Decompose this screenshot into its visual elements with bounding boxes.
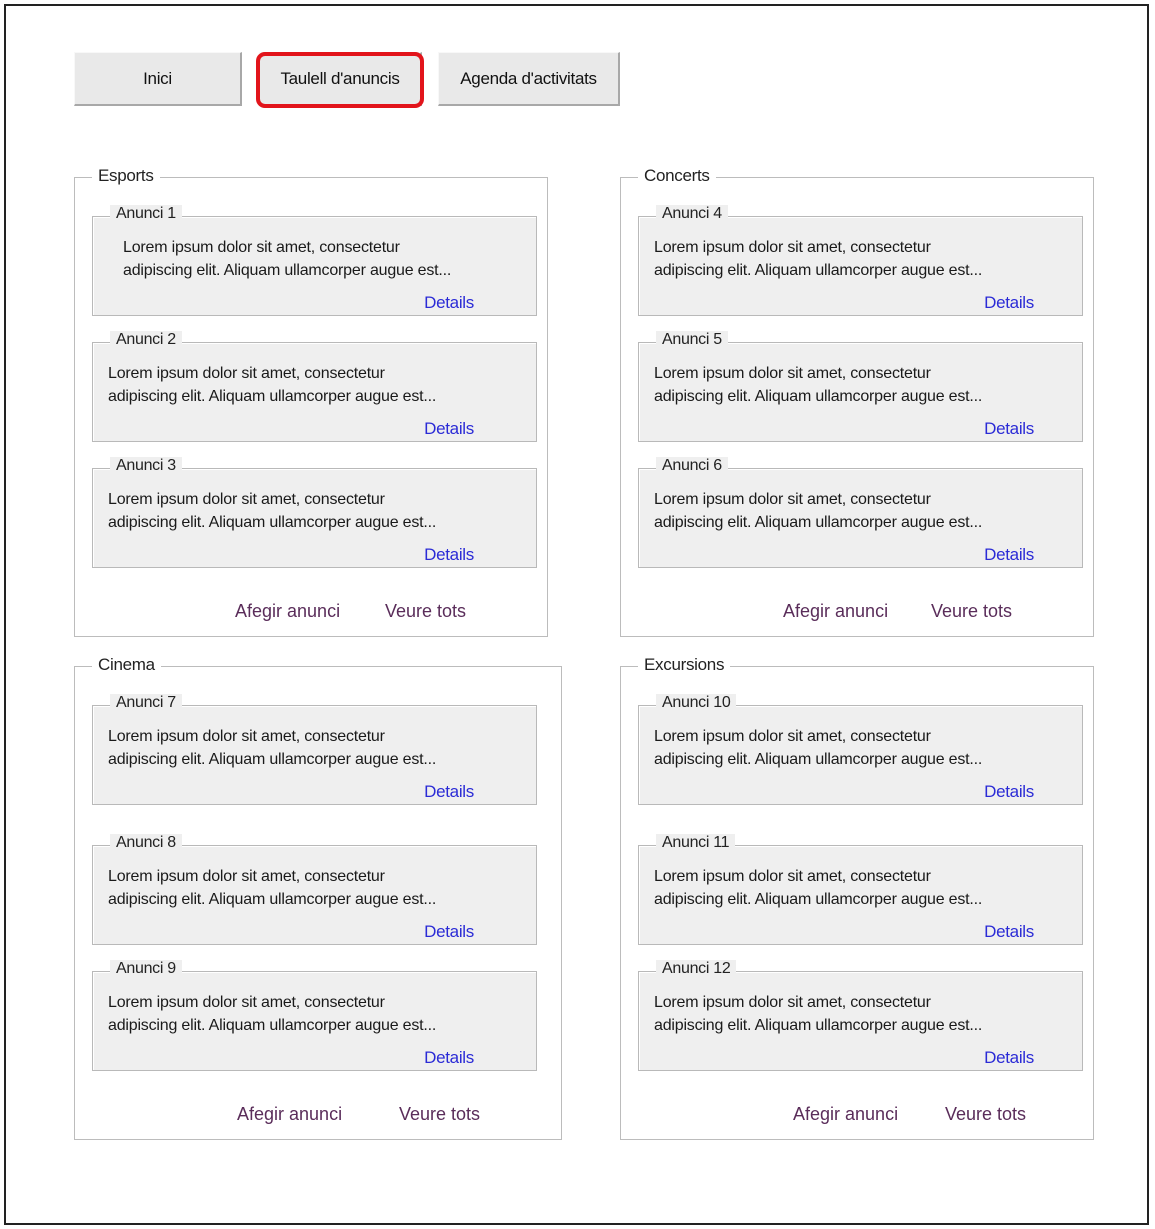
ad-summary-line: adipiscing elit. Aliquam ullamcorper aug… xyxy=(108,514,437,531)
ad-summary: Lorem ipsum dolor sit amet, consectetur … xyxy=(654,488,1074,534)
ad-card: Anunci 5 Lorem ipsum dolor sit amet, con… xyxy=(638,331,1083,442)
group-excursions: Excursions Anunci 10 Lorem ipsum dolor s… xyxy=(620,655,1094,1140)
ad-summary-line: adipiscing elit. Aliquam ullamcorper aug… xyxy=(654,751,983,768)
group-title: Excursions xyxy=(638,655,731,675)
ad-title: Anunci 10 xyxy=(656,694,737,712)
ad-title: Anunci 7 xyxy=(110,694,182,712)
ad-summary-line: Lorem ipsum dolor sit amet, consectetur xyxy=(108,868,385,885)
ad-card: Anunci 9 Lorem ipsum dolor sit amet, con… xyxy=(92,960,537,1071)
ad-card: Anunci 3 Lorem ipsum dolor sit amet, con… xyxy=(92,457,537,568)
view-all-link[interactable]: Veure tots xyxy=(399,1104,480,1125)
group-title: Esports xyxy=(92,166,160,186)
ad-title: Anunci 8 xyxy=(110,834,182,852)
add-ad-link[interactable]: Afegir anunci xyxy=(237,1104,342,1125)
details-link[interactable]: Details xyxy=(984,922,1034,942)
ad-card: Anunci 8 Lorem ipsum dolor sit amet, con… xyxy=(92,834,537,945)
ad-summary-line: Lorem ipsum dolor sit amet, consectetur xyxy=(108,365,385,382)
ad-title: Anunci 5 xyxy=(656,331,728,349)
group-esports: Esports Anunci 1 Lorem ipsum dolor sit a… xyxy=(74,166,548,637)
ad-card: Anunci 1 Lorem ipsum dolor sit amet, con… xyxy=(92,205,537,316)
ad-summary-line: Lorem ipsum dolor sit amet, consectetur xyxy=(654,491,931,508)
ad-summary-line: adipiscing elit. Aliquam ullamcorper aug… xyxy=(108,1017,437,1034)
ad-summary: Lorem ipsum dolor sit amet, consectetur … xyxy=(123,236,543,282)
ad-summary-line: adipiscing elit. Aliquam ullamcorper aug… xyxy=(108,388,437,405)
ad-summary: Lorem ipsum dolor sit amet, consectetur … xyxy=(654,725,1074,771)
ad-card: Anunci 4 Lorem ipsum dolor sit amet, con… xyxy=(638,205,1083,316)
ad-summary: Lorem ipsum dolor sit amet, consectetur … xyxy=(654,236,1074,282)
ad-title: Anunci 4 xyxy=(656,205,728,223)
details-link[interactable]: Details xyxy=(424,922,474,942)
details-link[interactable]: Details xyxy=(424,293,474,313)
details-link[interactable]: Details xyxy=(984,545,1034,565)
ad-summary-line: adipiscing elit. Aliquam ullamcorper aug… xyxy=(123,262,452,279)
ad-title: Anunci 12 xyxy=(656,960,737,978)
ad-summary-line: Lorem ipsum dolor sit amet, consectetur xyxy=(654,239,931,256)
details-link[interactable]: Details xyxy=(984,782,1034,802)
ad-summary-line: adipiscing elit. Aliquam ullamcorper aug… xyxy=(108,751,437,768)
add-ad-link[interactable]: Afegir anunci xyxy=(783,601,888,622)
ad-summary: Lorem ipsum dolor sit amet, consectetur … xyxy=(108,865,528,911)
ad-summary: Lorem ipsum dolor sit amet, consectetur … xyxy=(654,362,1074,408)
ad-summary-line: adipiscing elit. Aliquam ullamcorper aug… xyxy=(654,1017,983,1034)
view-all-link[interactable]: Veure tots xyxy=(931,601,1012,622)
ad-title: Anunci 6 xyxy=(656,457,728,475)
ad-summary-line: adipiscing elit. Aliquam ullamcorper aug… xyxy=(654,514,983,531)
group-title: Concerts xyxy=(638,166,716,186)
add-ad-link[interactable]: Afegir anunci xyxy=(235,601,340,622)
ad-summary-line: Lorem ipsum dolor sit amet, consectetur xyxy=(654,728,931,745)
ad-summary-line: Lorem ipsum dolor sit amet, consectetur xyxy=(654,868,931,885)
ad-summary-line: Lorem ipsum dolor sit amet, consectetur xyxy=(654,994,931,1011)
ad-card: Anunci 11 Lorem ipsum dolor sit amet, co… xyxy=(638,834,1083,945)
ad-title: Anunci 9 xyxy=(110,960,182,978)
active-tab-highlight xyxy=(256,52,424,108)
group-concerts: Concerts Anunci 4 Lorem ipsum dolor sit … xyxy=(620,166,1094,637)
ad-summary-line: Lorem ipsum dolor sit amet, consectetur xyxy=(108,994,385,1011)
details-link[interactable]: Details xyxy=(424,1048,474,1068)
details-link[interactable]: Details xyxy=(424,545,474,565)
ad-summary-line: adipiscing elit. Aliquam ullamcorper aug… xyxy=(654,388,983,405)
details-link[interactable]: Details xyxy=(424,782,474,802)
ad-card: Anunci 12 Lorem ipsum dolor sit amet, co… xyxy=(638,960,1083,1071)
ad-summary-line: adipiscing elit. Aliquam ullamcorper aug… xyxy=(654,262,983,279)
ad-summary: Lorem ipsum dolor sit amet, consectetur … xyxy=(108,991,528,1037)
details-link[interactable]: Details xyxy=(984,1048,1034,1068)
group-cinema: Cinema Anunci 7 Lorem ipsum dolor sit am… xyxy=(74,655,562,1140)
nav-agenda-label: Agenda d'activitats xyxy=(460,68,597,88)
ad-summary-line: Lorem ipsum dolor sit amet, consectetur xyxy=(108,728,385,745)
ad-card: Anunci 2 Lorem ipsum dolor sit amet, con… xyxy=(92,331,537,442)
ad-card: Anunci 7 Lorem ipsum dolor sit amet, con… xyxy=(92,694,537,805)
ad-summary-line: Lorem ipsum dolor sit amet, consectetur xyxy=(108,491,385,508)
ad-summary: Lorem ipsum dolor sit amet, consectetur … xyxy=(108,725,528,771)
details-link[interactable]: Details xyxy=(984,293,1034,313)
ad-title: Anunci 3 xyxy=(110,457,182,475)
ad-card: Anunci 6 Lorem ipsum dolor sit amet, con… xyxy=(638,457,1083,568)
nav-agenda-button[interactable]: Agenda d'activitats xyxy=(438,52,620,106)
view-all-link[interactable]: Veure tots xyxy=(385,601,466,622)
ad-summary: Lorem ipsum dolor sit amet, consectetur … xyxy=(654,865,1074,911)
view-all-link[interactable]: Veure tots xyxy=(945,1104,1026,1125)
group-title: Cinema xyxy=(92,655,161,675)
details-link[interactable]: Details xyxy=(424,419,474,439)
nav-home-button[interactable]: Inici xyxy=(74,52,242,106)
ad-summary-line: Lorem ipsum dolor sit amet, consectetur xyxy=(654,365,931,382)
ad-summary: Lorem ipsum dolor sit amet, consectetur … xyxy=(654,991,1074,1037)
ad-summary-line: Lorem ipsum dolor sit amet, consectetur xyxy=(123,239,400,256)
ad-summary: Lorem ipsum dolor sit amet, consectetur … xyxy=(108,488,528,534)
ad-summary-line: adipiscing elit. Aliquam ullamcorper aug… xyxy=(108,891,437,908)
ad-card: Anunci 10 Lorem ipsum dolor sit amet, co… xyxy=(638,694,1083,805)
add-ad-link[interactable]: Afegir anunci xyxy=(793,1104,898,1125)
ad-title: Anunci 2 xyxy=(110,331,182,349)
nav-home-label: Inici xyxy=(143,68,172,88)
details-link[interactable]: Details xyxy=(984,419,1034,439)
ad-summary: Lorem ipsum dolor sit amet, consectetur … xyxy=(108,362,528,408)
ad-title: Anunci 1 xyxy=(110,205,182,223)
ad-summary-line: adipiscing elit. Aliquam ullamcorper aug… xyxy=(654,891,983,908)
ad-title: Anunci 11 xyxy=(656,834,736,852)
